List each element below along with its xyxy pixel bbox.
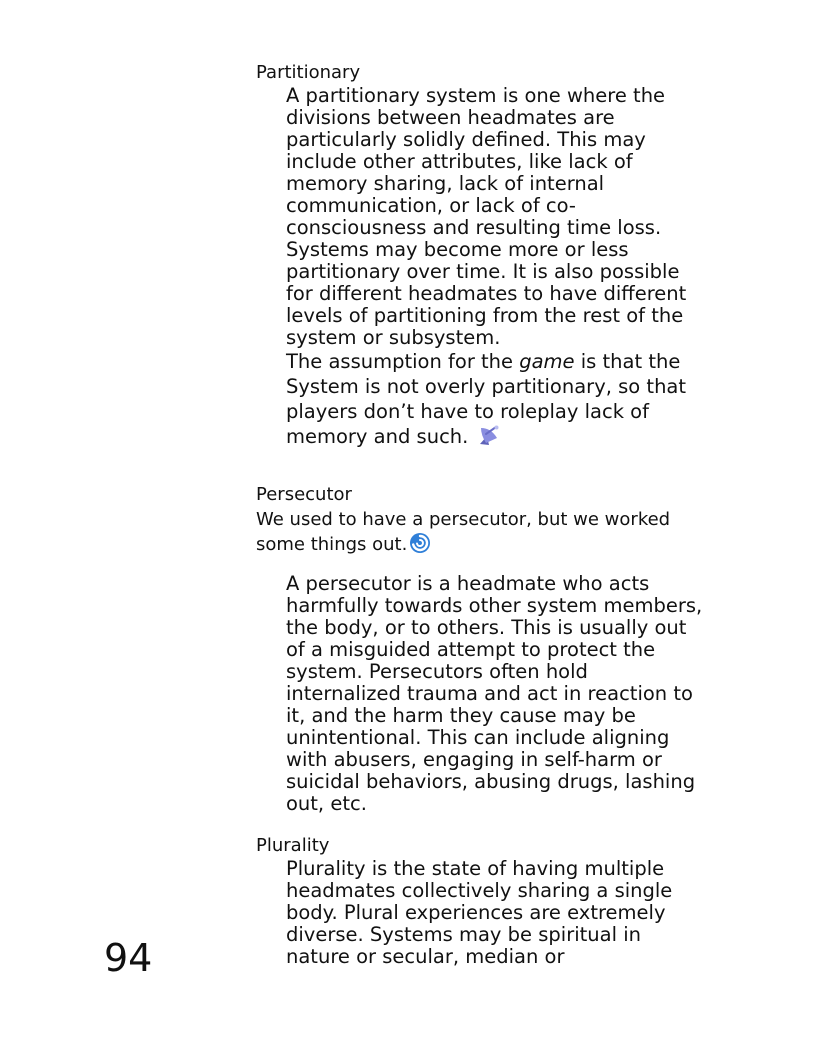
definition-text: A partitionary system is one where the d… bbox=[286, 84, 687, 349]
game-assumption-note: The assumption for the game is that the … bbox=[286, 349, 706, 453]
definition-partitionary: A partitionary system is one where the d… bbox=[286, 85, 706, 349]
persecutor-quote: We used to have a persecutor, but we wor… bbox=[256, 507, 676, 561]
note-text-start: The assumption for the bbox=[286, 350, 520, 373]
note-emphasis: game bbox=[519, 350, 575, 373]
term-partitionary: Partitionary bbox=[256, 62, 361, 83]
satellite-dish-icon bbox=[477, 425, 501, 453]
term-persecutor: Persecutor bbox=[256, 484, 352, 505]
definition-persecutor: A persecutor is a headmate who acts harm… bbox=[286, 573, 706, 815]
quote-text: We used to have a persecutor, but we wor… bbox=[256, 509, 671, 555]
definition-plurality: Plurality is the state of having multipl… bbox=[286, 858, 706, 968]
term-plurality: Plurality bbox=[256, 835, 330, 856]
definition-text: A persecutor is a headmate who acts harm… bbox=[286, 572, 703, 815]
page-number: 94 bbox=[104, 936, 153, 980]
swirl-icon bbox=[409, 532, 431, 561]
definition-text: Plurality is the state of having multipl… bbox=[286, 857, 673, 968]
